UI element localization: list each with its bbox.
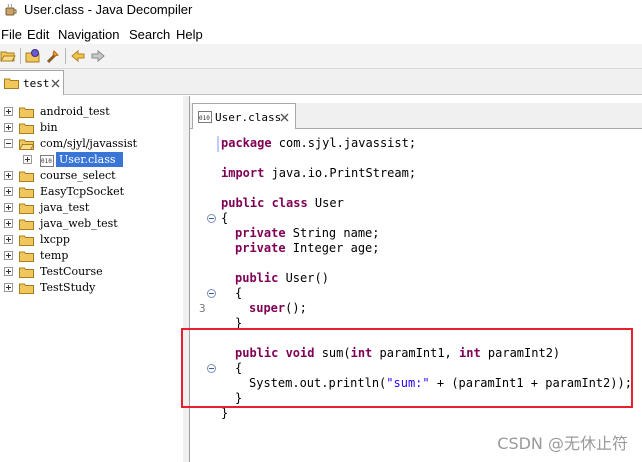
folder-icon [19, 219, 34, 230]
tree-item-label: bin [40, 121, 58, 134]
tree-item[interactable]: EasyTcpSocket [0, 184, 182, 200]
expand-icon[interactable] [4, 219, 13, 228]
code-line: public class User [221, 196, 344, 210]
menu-search[interactable]: Search [129, 27, 170, 42]
main-tab-bar [0, 69, 642, 95]
menu-bar: File Edit Navigation Search Help [0, 23, 642, 43]
toolbar-separator [65, 48, 66, 64]
tree-item-label: android_test [40, 105, 110, 118]
open-folder-icon [19, 139, 34, 150]
tree-item[interactable]: java_web_test [0, 216, 182, 232]
tree-item[interactable]: TestStudy [0, 280, 182, 296]
expand-icon[interactable] [4, 251, 13, 260]
tree-item-label: TestCourse [40, 265, 103, 278]
menu-edit[interactable]: Edit [27, 27, 49, 42]
expand-icon[interactable] [4, 235, 13, 244]
back-arrow-icon[interactable] [70, 48, 86, 64]
tab-test[interactable]: test [0, 70, 64, 95]
title-bar: User.class - Java Decompiler [0, 0, 642, 22]
expand-icon[interactable] [4, 187, 13, 196]
tree-item[interactable]: bin [0, 120, 182, 136]
fold-toggle-icon[interactable] [207, 289, 216, 298]
expand-icon[interactable] [4, 123, 13, 132]
watermark: CSDN @无休止符 [497, 434, 628, 453]
open-type-icon[interactable] [25, 48, 41, 64]
tree-item-label: java_test [40, 201, 90, 214]
folder-icon [19, 203, 34, 214]
forward-arrow-icon[interactable] [90, 48, 106, 64]
code-line: } [221, 406, 229, 420]
expand-icon[interactable] [4, 267, 13, 276]
folder-icon [19, 235, 34, 246]
folder-icon [19, 107, 34, 118]
tree-item-label: com/sjyl/javassist [40, 137, 138, 150]
close-icon[interactable] [280, 113, 289, 122]
menu-navigation[interactable]: Navigation [58, 27, 119, 42]
fold-toggle-icon[interactable] [207, 214, 216, 223]
window-title: User.class - Java Decompiler [24, 2, 193, 17]
file-tree: android_test bin com/sjyl/javassist 010 … [0, 96, 184, 462]
folder-icon [4, 78, 19, 89]
menu-help[interactable]: Help [176, 27, 203, 42]
tree-item[interactable]: lxcpp [0, 232, 182, 248]
tree-item-label: TestStudy [40, 281, 96, 294]
tab-label: test [23, 77, 50, 90]
code-line: { [235, 286, 243, 300]
code-line: { [221, 211, 229, 225]
tab-label: User.class [215, 111, 282, 124]
class-icon-text: 010 [41, 158, 52, 165]
tree-item-label: course_select [40, 169, 116, 182]
tree-item-label: temp [40, 249, 69, 262]
folder-icon [19, 251, 34, 262]
tree-item-label: lxcpp [40, 233, 70, 246]
folder-icon [19, 171, 34, 182]
line-number: 3 [199, 302, 206, 315]
tree-item[interactable]: temp [0, 248, 182, 264]
code-line: private Integer age; [235, 241, 380, 255]
class-icon-text: 010 [199, 115, 210, 122]
folder-icon [19, 283, 34, 294]
current-line-marker [217, 136, 219, 152]
expand-icon[interactable] [4, 283, 13, 292]
code-line: import java.io.PrintStream; [221, 166, 417, 180]
tree-item[interactable]: com/sjyl/javassist [0, 136, 182, 152]
toolbar-separator [20, 48, 21, 64]
close-icon[interactable] [51, 79, 60, 88]
coffee-cup-icon [5, 3, 17, 16]
folder-icon [19, 123, 34, 134]
annotation-highlight-box [181, 328, 633, 408]
tree-item[interactable]: course_select [0, 168, 182, 184]
expand-icon[interactable] [4, 107, 13, 116]
tree-item-label: java_web_test [40, 217, 118, 230]
collapse-icon[interactable] [4, 139, 13, 148]
expand-icon[interactable] [4, 203, 13, 212]
code-line: package com.sjyl.javassist; [221, 136, 417, 150]
tab-user-class[interactable]: 010 User.class [192, 103, 296, 129]
code-line: public User() [235, 271, 329, 285]
tree-item-label: EasyTcpSocket [40, 185, 125, 198]
tree-item[interactable]: TestCourse [0, 264, 182, 280]
tree-item-label: User.class [59, 153, 116, 166]
expand-icon[interactable] [4, 171, 13, 180]
folder-icon [19, 267, 34, 278]
tree-item[interactable]: java_test [0, 200, 182, 216]
search-torch-icon[interactable] [45, 48, 61, 64]
open-folder-icon[interactable] [0, 48, 16, 64]
tree-item-selected[interactable]: 010 User.class [0, 152, 182, 168]
tree-item[interactable]: android_test [0, 104, 182, 120]
menu-file[interactable]: File [1, 27, 22, 42]
expand-icon[interactable] [23, 155, 32, 164]
toolbar [0, 44, 642, 69]
code-line: private String name; [235, 226, 380, 240]
code-line: super(); [249, 301, 307, 315]
folder-icon [19, 187, 34, 198]
